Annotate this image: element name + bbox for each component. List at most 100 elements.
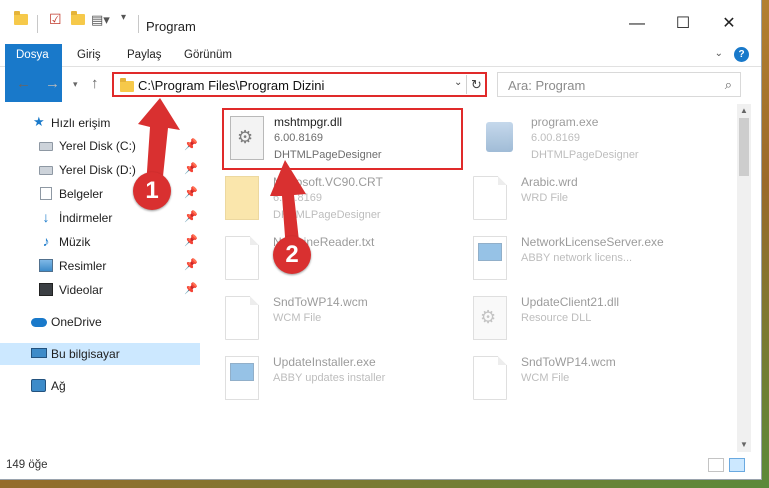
sidebar-item-label: Belgeler (59, 187, 104, 201)
sidebar-item-videos[interactable]: Videolar 📌 (0, 279, 200, 301)
file-detail: DHTMLPageDesigner (531, 149, 639, 161)
file-item-sndtowp14[interactable]: SndToWP14.wcm WCM File (207, 290, 457, 348)
tab-home[interactable]: Giriş (67, 44, 111, 67)
up-arrow-icon[interactable]: ↑ (91, 75, 99, 92)
title-bar: ☑ ▤▾ ▾ Program — ☐ ✕ (0, 0, 761, 40)
divider (138, 15, 139, 33)
pin-icon[interactable]: 📌 (184, 234, 198, 247)
minimize-button[interactable]: — (614, 12, 660, 42)
sidebar-item-onedrive[interactable]: OneDrive (0, 311, 200, 333)
folder-icon (14, 11, 28, 25)
address-bar[interactable]: C:\Program Files\Program Dizini ⌄ ↻ (112, 72, 487, 97)
sidebar-item-label: Yerel Disk (C:) (59, 139, 136, 153)
file-item-newlinereader[interactable]: NewLineReader.txt (207, 230, 457, 288)
sidebar-item-this-pc[interactable]: Bu bilgisayar (0, 343, 200, 365)
file-name: Arabic.wrd (521, 175, 578, 189)
pin-icon[interactable]: 📌 (184, 186, 198, 199)
explorer-window: ☑ ▤▾ ▾ Program — ☐ ✕ Dosya Giriş Paylaş … (0, 0, 762, 480)
search-placeholder: Ara: Program (508, 78, 586, 93)
recent-locations-icon[interactable]: ▾ (73, 79, 78, 90)
navigation-bar: ← → ▾ ↑ C:\Program Files\Program Dizini … (0, 68, 761, 102)
file-detail: 6.00.8169 (274, 132, 323, 144)
scroll-down-icon[interactable]: ▼ (737, 438, 751, 452)
vertical-scrollbar[interactable]: ▲ ▼ (737, 104, 751, 452)
drive-icon (39, 142, 53, 151)
sidebar-item-label: Videolar (59, 283, 103, 297)
exe-icon (483, 116, 517, 160)
tab-share[interactable]: Paylaş (117, 44, 172, 67)
pictures-icon (39, 259, 53, 272)
search-icon[interactable]: ⌕ (725, 77, 732, 93)
close-button[interactable]: ✕ (706, 12, 752, 42)
file-name: mshtmpgr.dll (274, 115, 343, 129)
sidebar-item-downloads[interactable]: ↓ İndirmeler 📌 (0, 207, 200, 229)
pin-icon[interactable]: 📌 (184, 282, 198, 295)
music-icon: ♪ (42, 233, 50, 249)
address-dropdown-icon[interactable]: ⌄ (454, 77, 462, 88)
file-detail: 6.00.8169 (273, 192, 322, 204)
customize-toolbar-icon[interactable]: ▤▾ (91, 12, 110, 28)
annotation-badge-1: 1 (133, 172, 171, 210)
tiles-view-icon[interactable] (729, 458, 745, 472)
help-button[interactable]: ? (734, 47, 749, 62)
back-arrow-icon[interactable]: ← (16, 75, 31, 92)
file-detail: WCM File (273, 312, 322, 324)
file-name: UpdateClient21.dll (521, 295, 620, 309)
file-item-program-exe[interactable]: program.exe 6.00.8169 DHTMLPageDesigner (465, 110, 715, 168)
dll-icon: ⚙ (473, 296, 507, 340)
scroll-up-icon[interactable]: ▲ (737, 104, 751, 118)
pin-icon[interactable]: 📌 (184, 162, 198, 175)
drive-icon (39, 166, 53, 175)
search-input[interactable]: Ara: Program ⌕ (497, 72, 741, 97)
file-name: Microsoft.VC90.CRT (273, 175, 383, 189)
sidebar-item-disk-c[interactable]: Yerel Disk (C:) 📌 (0, 135, 200, 157)
pin-icon[interactable]: 📌 (184, 258, 198, 271)
file-name: UpdateInstaller.exe (273, 355, 376, 369)
forward-arrow-icon[interactable]: → (45, 75, 60, 92)
file-item-mshtmpgr-dll[interactable]: ⚙ mshtmpgr.dll 6.00.8169 DHTMLPageDesign… (222, 108, 463, 170)
sidebar-item-label: OneDrive (51, 315, 102, 329)
scroll-thumb[interactable] (739, 118, 749, 176)
folder-icon (225, 176, 259, 220)
file-item-arabic-wrd[interactable]: Arabic.wrd WRD File (455, 170, 705, 228)
sidebar-item-quick-access[interactable]: ★ Hızlı erişim (0, 112, 200, 134)
pin-icon[interactable]: 📌 (184, 210, 198, 223)
details-view-icon[interactable] (708, 458, 724, 472)
sidebar-item-disk-d[interactable]: Yerel Disk (D:) 📌 (0, 159, 200, 181)
file-icon (225, 296, 259, 340)
app-icon (225, 356, 259, 400)
file-list: ⚙ mshtmpgr.dll 6.00.8169 DHTMLPageDesign… (207, 104, 737, 452)
tab-view[interactable]: Görünüm (174, 44, 242, 67)
app-icon (473, 236, 507, 280)
sidebar-item-label: Resimler (59, 259, 107, 273)
file-item-networklicenseserver[interactable]: NetworkLicenseServer.exe ABBY network li… (455, 230, 705, 288)
sidebar-item-music[interactable]: ♪ Müzik 📌 (0, 231, 200, 253)
file-detail: 6.00.8169 (531, 132, 580, 144)
file-item-vc90-crt[interactable]: Microsoft.VC90.CRT 6.00.8169 DHTMLPageDe… (207, 170, 457, 228)
sidebar-item-network[interactable]: Ağ (0, 375, 200, 397)
annotation-badge-2: 2 (273, 236, 311, 274)
file-item-updateinstaller[interactable]: UpdateInstaller.exe ABBY updates install… (207, 350, 457, 408)
new-folder-icon[interactable] (71, 11, 85, 25)
file-detail: DHTMLPageDesigner (274, 149, 382, 161)
pin-icon[interactable]: 📌 (184, 138, 198, 151)
maximize-button[interactable]: ☐ (660, 12, 706, 42)
file-name: SndToWP14.wcm (273, 295, 368, 309)
expand-ribbon-icon[interactable]: ⌄ (715, 48, 723, 59)
file-icon (473, 356, 507, 400)
properties-icon[interactable]: ☑ (49, 11, 62, 28)
file-item-updateclient21[interactable]: ⚙ UpdateClient21.dll Resource DLL (455, 290, 705, 348)
sidebar-item-label: Hızlı erişim (51, 116, 111, 130)
file-item-sndtowp14-2[interactable]: SndToWP14.wcm WCM File (455, 350, 705, 408)
window-title: Program (146, 19, 196, 34)
refresh-icon[interactable]: ↻ (466, 75, 486, 94)
file-name: SndToWP14.wcm (521, 355, 616, 369)
address-path[interactable]: C:\Program Files\Program Dizini (138, 78, 324, 93)
file-icon (225, 236, 259, 280)
computer-icon (31, 348, 47, 358)
divider (37, 15, 38, 33)
ribbon-tabs: Dosya Giriş Paylaş Görünüm ⌄ ? (0, 44, 761, 102)
sidebar-item-pictures[interactable]: Resimler 📌 (0, 255, 200, 277)
downloads-icon: ↓ (42, 209, 50, 225)
quick-access-dropdown-icon[interactable]: ▾ (121, 12, 126, 23)
